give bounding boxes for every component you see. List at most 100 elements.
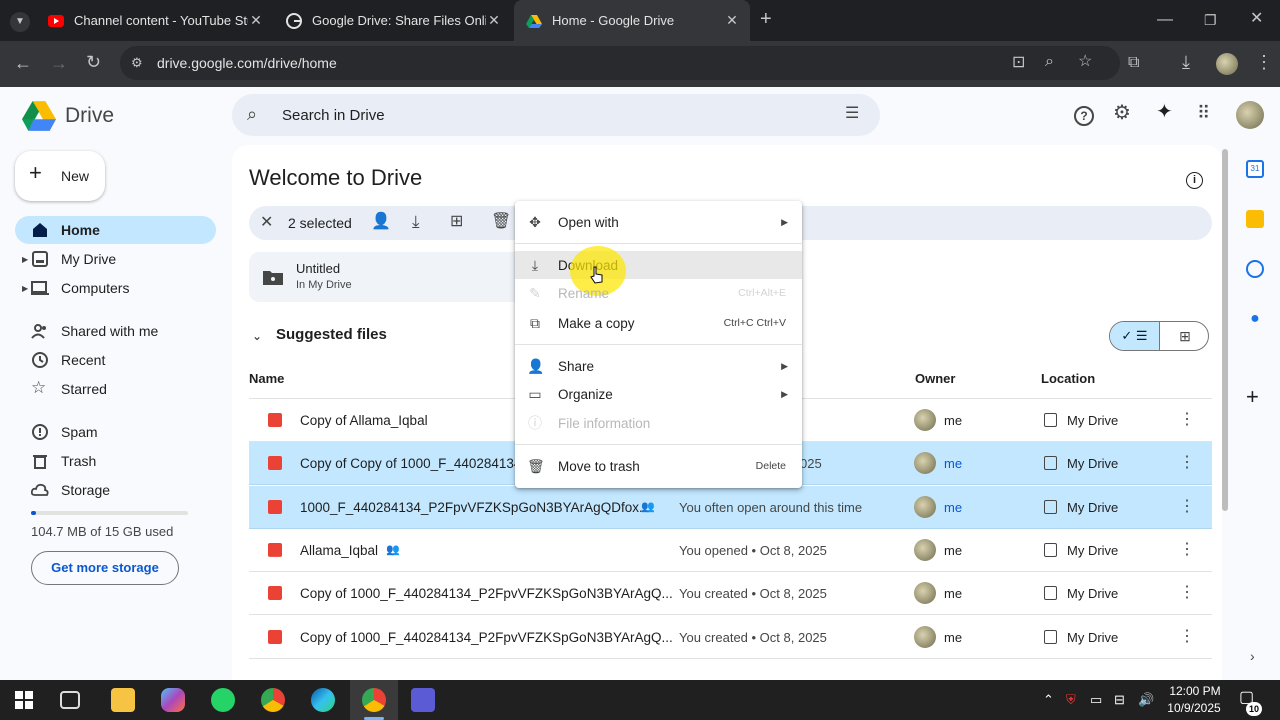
close-window-icon[interactable]: ✕ (1250, 11, 1263, 27)
profile-avatar[interactable] (1216, 53, 1238, 75)
nav-spam[interactable]: Spam (15, 418, 216, 446)
nav-storage[interactable]: Storage (15, 476, 216, 504)
windows-start-icon[interactable] (15, 691, 33, 709)
suggested-files-title[interactable]: Suggested files (276, 326, 387, 343)
back-icon[interactable]: ← (14, 54, 32, 72)
nav-trash[interactable]: Trash (15, 447, 216, 475)
nav-computers[interactable]: ▶ Computers (15, 274, 216, 302)
edge-icon[interactable] (311, 688, 335, 712)
menu-item-share[interactable]: 👤 Share ▶ (515, 352, 802, 380)
extensions-icon[interactable]: ⧉ (1128, 55, 1139, 71)
more-actions-icon[interactable]: ⋮ (1179, 582, 1195, 602)
grid-view-button[interactable]: ⊞ (1160, 322, 1208, 350)
new-tab-icon[interactable]: + (760, 9, 772, 29)
copilot-icon[interactable] (161, 688, 185, 712)
tasks-icon[interactable] (1246, 260, 1264, 278)
search-icon[interactable]: ⌕ (247, 105, 257, 123)
file-location[interactable]: My Drive (1067, 630, 1118, 645)
nav-my-drive[interactable]: ▶ My Drive (15, 245, 216, 273)
more-actions-icon[interactable]: ⋮ (1179, 496, 1195, 516)
close-tab-icon[interactable]: ✕ (248, 12, 264, 29)
zoom-icon[interactable]: ⌕ (1045, 54, 1054, 70)
column-location[interactable]: Location (1041, 371, 1095, 386)
forward-icon[interactable]: → (50, 54, 68, 72)
info-icon[interactable]: i (1186, 172, 1203, 189)
install-app-icon[interactable]: ⊡ (1012, 55, 1025, 71)
column-owner[interactable]: Owner (915, 371, 955, 386)
menu-item-download[interactable]: ⤓ Download (515, 251, 802, 279)
search-box[interactable]: ⌕ Search in Drive ☰ (232, 94, 880, 136)
tray-chevron-icon[interactable]: ⌃ (1043, 692, 1054, 708)
more-actions-icon[interactable]: ⋮ (1179, 409, 1195, 429)
scrollbar[interactable] (1222, 149, 1228, 511)
table-row[interactable]: Copy of 1000_F_440284134_P2FpvVFZKSpGoN3… (249, 572, 1212, 616)
calendar-icon[interactable]: 31 (1246, 160, 1264, 178)
battery-icon[interactable]: ▭ (1090, 692, 1102, 708)
close-tab-icon[interactable]: ✕ (724, 12, 740, 29)
app-icon[interactable] (411, 688, 435, 712)
more-actions-icon[interactable]: ⋮ (1179, 452, 1195, 472)
menu-icon[interactable]: ⋮ (1255, 53, 1273, 71)
move-folder-icon[interactable]: ⊞ (450, 214, 463, 230)
expand-panel-icon[interactable]: › (1250, 648, 1255, 664)
apps-grid-icon[interactable]: ⠿ (1197, 104, 1210, 122)
help-icon[interactable]: ? (1074, 106, 1094, 126)
restore-icon[interactable]: ❐ (1204, 12, 1217, 28)
get-more-storage-button[interactable]: Get more storage (31, 551, 179, 585)
nav-shared-with-me[interactable]: Shared with me (15, 317, 216, 345)
bookmark-star-icon[interactable]: ☆ (1078, 54, 1092, 70)
downloads-icon[interactable]: ⤓ (1182, 53, 1190, 71)
menu-item-organize[interactable]: ▭ Organize ▶ (515, 380, 802, 408)
more-actions-icon[interactable]: ⋮ (1179, 539, 1195, 559)
site-info-icon[interactable]: ⚙ (131, 55, 143, 71)
network-icon[interactable]: ⊟ (1114, 692, 1125, 708)
delete-icon[interactable]: 🗑 (491, 214, 511, 230)
chrome-icon[interactable] (261, 688, 285, 712)
volume-icon[interactable]: 🔊 (1138, 692, 1154, 708)
menu-item-move-to-trash[interactable]: 🗑 Move to trash Delete (515, 452, 802, 480)
add-addon-icon[interactable]: + (1246, 386, 1259, 408)
search-options-icon[interactable]: ☰ (845, 106, 859, 122)
nav-recent[interactable]: Recent (15, 346, 216, 374)
whatsapp-icon[interactable] (211, 688, 235, 712)
file-location[interactable]: My Drive (1067, 500, 1118, 515)
table-row[interactable]: 1000_F_440284134_P2FpvVFZKSpGoN3BYArAgQD… (249, 485, 1212, 529)
collapse-chevron-icon[interactable]: ⌄ (252, 328, 262, 344)
contacts-icon[interactable]: ● (1246, 310, 1264, 328)
menu-item-rename[interactable]: ✎ Rename Ctrl+Alt+E (515, 279, 802, 307)
new-button[interactable]: + New (15, 151, 105, 201)
security-icon[interactable]: ⛨ (1066, 692, 1076, 708)
file-location[interactable]: My Drive (1067, 413, 1118, 428)
close-tab-icon[interactable]: ✕ (486, 12, 502, 29)
share-person-add-icon[interactable]: 👤 (371, 214, 391, 230)
settings-gear-icon[interactable]: ⚙ (1113, 103, 1131, 123)
expand-caret-icon[interactable]: ▶ (22, 284, 28, 293)
tab-search-chevron-icon[interactable]: ▼ (10, 12, 30, 32)
download-icon[interactable]: ⤓ (412, 213, 420, 230)
address-bar[interactable]: ⚙ drive.google.com/drive/home ⊡ ⌕ ☆ (120, 46, 1120, 80)
file-location[interactable]: My Drive (1067, 586, 1118, 601)
clock-time[interactable]: 12:00 PM (1167, 684, 1223, 698)
reload-icon[interactable]: ↻ (86, 53, 101, 71)
folder-card[interactable]: Untitled In My Drive (249, 252, 539, 302)
menu-item-file-information[interactable]: ⓘ File information (515, 409, 802, 437)
account-avatar[interactable] (1236, 101, 1264, 129)
column-name[interactable]: Name (249, 371, 284, 386)
list-view-button[interactable]: ✓ ☰ (1110, 322, 1160, 350)
task-view-icon[interactable] (60, 691, 80, 709)
clock-date[interactable]: 10/9/2025 (1163, 701, 1225, 715)
file-location[interactable]: My Drive (1067, 543, 1118, 558)
nav-starred[interactable]: ☆ Starred (15, 375, 216, 403)
tab-home-google-drive[interactable]: Home - Google Drive ✕ (514, 0, 750, 41)
minimize-icon[interactable]: — (1157, 12, 1173, 28)
table-row[interactable]: Allama_Iqbal 👥 You opened • Oct 8, 2025 me M… (249, 529, 1212, 572)
more-actions-icon[interactable]: ⋮ (1179, 626, 1195, 646)
chrome-profile-icon[interactable] (362, 688, 386, 712)
gemini-spark-icon[interactable]: ✦ (1156, 102, 1173, 122)
tab-youtube-studio[interactable]: Channel content - YouTube Stu ✕ (36, 0, 274, 41)
table-row[interactable]: Copy of 1000_F_440284134_P2FpvVFZKSpGoN3… (249, 616, 1212, 659)
menu-item-make-a-copy[interactable]: ⧉ Make a copy Ctrl+C Ctrl+V (515, 309, 802, 337)
tab-google-drive-share[interactable]: Google Drive: Share Files Onlin ✕ (274, 0, 512, 41)
menu-item-open-with[interactable]: ✥ Open with ▶ (515, 208, 802, 236)
keep-icon[interactable] (1246, 210, 1264, 228)
